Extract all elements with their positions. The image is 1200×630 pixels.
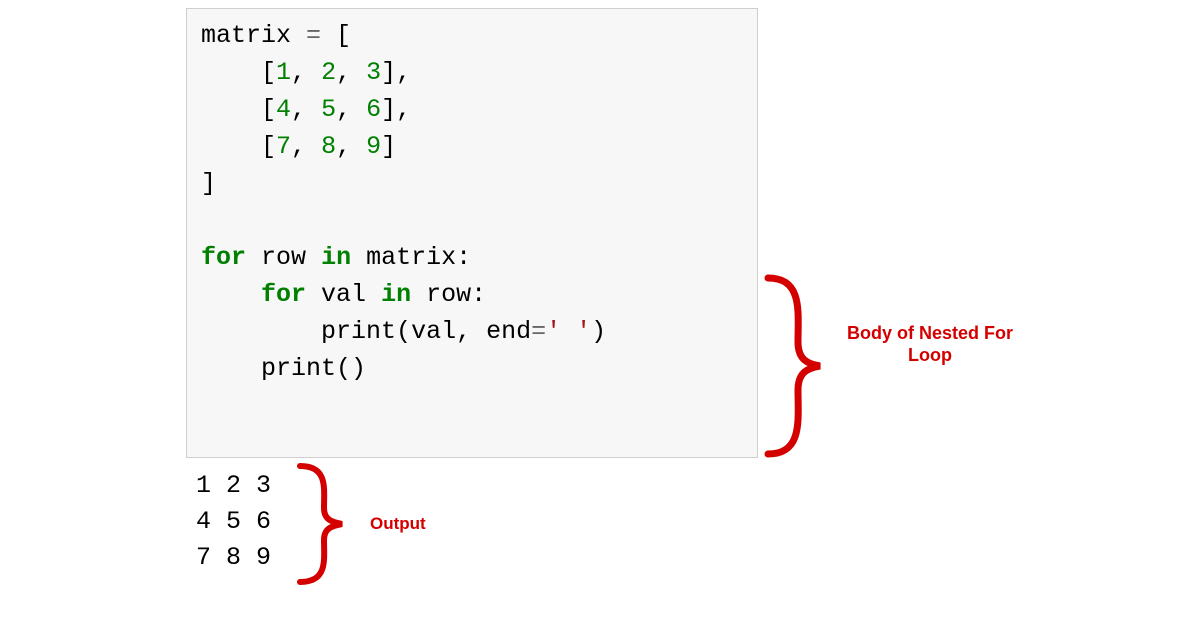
code-var-matrix: matrix xyxy=(201,21,291,50)
code-fn-print: print xyxy=(321,317,396,346)
annotation-loop-body: Body of Nested For Loop xyxy=(840,322,1020,366)
code-comma: , xyxy=(291,132,321,161)
code-paren-close: ) xyxy=(591,317,606,346)
code-num: 4 xyxy=(276,95,291,124)
code-row1-open: [ xyxy=(261,58,276,87)
code-kw-for: for xyxy=(201,243,246,272)
code-num: 1 xyxy=(276,58,291,87)
code-comma: , xyxy=(336,95,366,124)
code-kw-in: in xyxy=(321,243,351,272)
code-indent xyxy=(201,354,261,383)
code-comma2: , xyxy=(456,317,486,346)
code-comma: , xyxy=(336,132,366,161)
code-arg-val: val xyxy=(411,317,456,346)
code-num: 5 xyxy=(321,95,336,124)
output-line-2: 4 5 6 xyxy=(196,507,271,536)
code-op-eq: = xyxy=(531,317,546,346)
brace-icon xyxy=(758,272,838,460)
code-kw-in2: in xyxy=(381,280,411,309)
code-op-assign: = xyxy=(291,21,336,50)
code-indent xyxy=(201,280,261,309)
brace-icon xyxy=(290,460,360,588)
diagram-stage: matrix = [ [1, 2, 3], [4, 5, 6], [7, 8, … xyxy=(0,0,1200,630)
code-comma: , xyxy=(291,58,321,87)
code-var-row2: row xyxy=(426,280,471,309)
code-bracket-open: [ xyxy=(336,21,351,50)
code-var-row: row xyxy=(261,243,306,272)
code-num: 8 xyxy=(321,132,336,161)
code-indent xyxy=(201,95,261,124)
code-indent xyxy=(201,132,261,161)
code-row3-open: [ xyxy=(261,132,276,161)
code-row2-open: [ xyxy=(261,95,276,124)
code-str-space: ' ' xyxy=(546,317,591,346)
output-block: 1 2 3 4 5 6 7 8 9 xyxy=(196,468,271,576)
code-fn-print2: print xyxy=(261,354,336,383)
annotation-output: Output xyxy=(370,514,426,534)
code-bracket-close: ] xyxy=(201,169,216,198)
code-var-matrix2: matrix xyxy=(366,243,456,272)
code-comma: , xyxy=(336,58,366,87)
code-num: 7 xyxy=(276,132,291,161)
output-line-1: 1 2 3 xyxy=(196,471,271,500)
code-indent xyxy=(201,317,321,346)
code-var-val: val xyxy=(321,280,366,309)
code-paren-open: ( xyxy=(396,317,411,346)
output-line-3: 7 8 9 xyxy=(196,543,271,572)
code-num: 6 xyxy=(366,95,381,124)
code-row3-close: ] xyxy=(381,132,396,161)
code-block: matrix = [ [1, 2, 3], [4, 5, 6], [7, 8, … xyxy=(186,8,758,458)
code-num: 2 xyxy=(321,58,336,87)
code-colon2: : xyxy=(471,280,486,309)
code-num: 3 xyxy=(366,58,381,87)
code-row1-close: ], xyxy=(381,58,411,87)
code-colon: : xyxy=(456,243,471,272)
code-num: 9 xyxy=(366,132,381,161)
code-row2-close: ], xyxy=(381,95,411,124)
code-kw-end: end xyxy=(486,317,531,346)
code-indent xyxy=(201,58,261,87)
code-parens: () xyxy=(336,354,366,383)
code-comma: , xyxy=(291,95,321,124)
code-kw-for2: for xyxy=(261,280,306,309)
